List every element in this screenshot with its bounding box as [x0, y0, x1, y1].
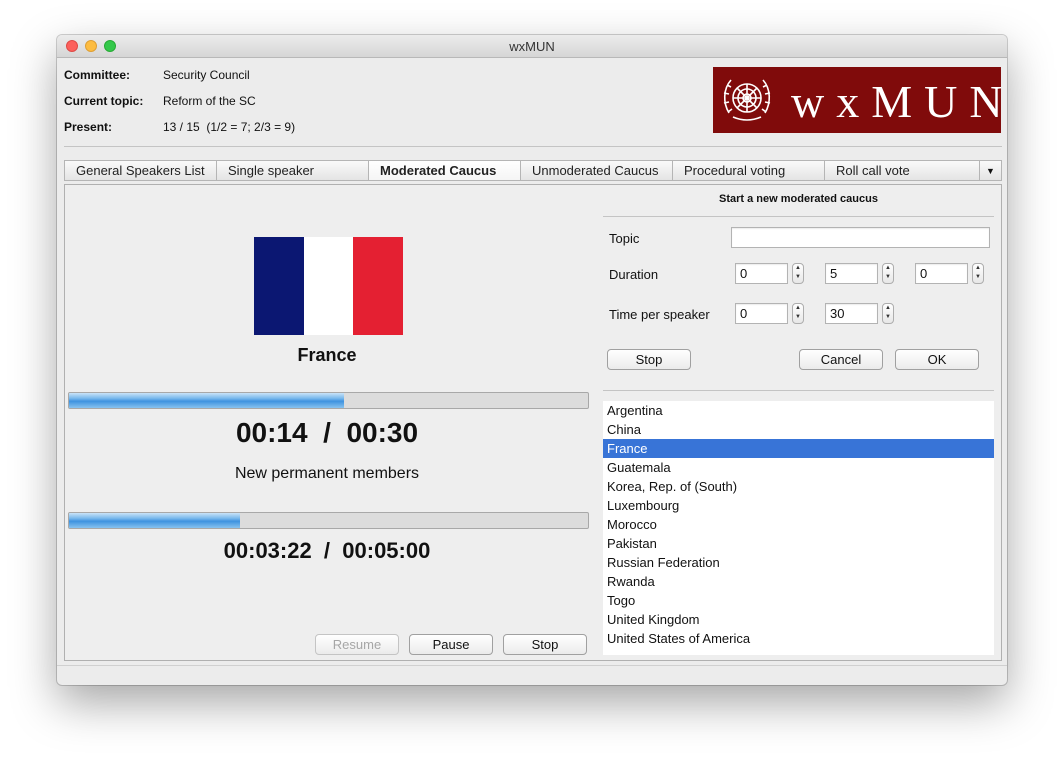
country-list-item[interactable]: Pakistan: [603, 534, 994, 553]
stepper-down-icon: ▼: [885, 314, 891, 320]
stepper-up-icon: ▲: [795, 265, 801, 271]
duration-label: Duration: [609, 267, 659, 282]
country-list-item[interactable]: France: [603, 439, 994, 458]
country-list[interactable]: Argentina China France Guatemala Korea, Rep.…: [603, 401, 994, 655]
wxmun-logo: wxMUN: [713, 67, 1001, 133]
title-bar: wxMUN: [57, 35, 1007, 58]
tab-general-speakers-list[interactable]: General Speakers List: [64, 160, 216, 181]
current-topic-label: Current topic:: [64, 94, 144, 108]
country-list-item[interactable]: Luxembourg: [603, 496, 994, 515]
stepper-up-icon: ▲: [795, 305, 801, 311]
stepper-down-icon: ▼: [795, 274, 801, 280]
status-bar: [57, 665, 1007, 685]
caucus-timer: 00:03:22 / 00:05:00: [223, 538, 431, 563]
dropdown-arrow-icon: ▼: [986, 166, 995, 176]
committee-label: Committee:: [64, 68, 131, 82]
tab-unmoderated-caucus[interactable]: Unmoderated Caucus: [520, 160, 672, 181]
caucus-progress-fill: [69, 513, 241, 528]
topic-label: Topic: [609, 231, 640, 246]
tab-moderated-caucus[interactable]: Moderated Caucus: [368, 160, 520, 181]
stepper-up-icon: ▲: [885, 305, 891, 311]
tab-overflow-button[interactable]: ▼: [979, 160, 1002, 181]
new-caucus-header: Start a new moderated caucus: [719, 193, 878, 205]
ok-button[interactable]: OK: [895, 349, 979, 370]
present-label: Present:: [64, 120, 113, 134]
flag-stripe-red: [353, 237, 404, 335]
un-emblem-icon: [723, 79, 771, 121]
country-list-item[interactable]: Argentina: [603, 401, 994, 420]
form-bottom-divider: [603, 390, 994, 391]
logo-text: wxMUN: [791, 76, 1001, 127]
present-value: 13 / 15 (1/2 = 7; 2/3 = 9): [163, 120, 296, 134]
duration-minutes-input[interactable]: 5: [825, 263, 878, 284]
speaker-minutes-stepper[interactable]: ▲ ▼: [792, 303, 804, 324]
resume-button[interactable]: Resume: [315, 634, 399, 655]
country-list-item[interactable]: Morocco: [603, 515, 994, 534]
current-topic-value: Reform of the SC: [163, 94, 256, 108]
header-divider: [64, 146, 1002, 147]
stop-timer-button[interactable]: Stop: [503, 634, 587, 655]
app-window: wxMUN Committee: Security Council Curren…: [57, 35, 1007, 685]
duration-minutes-stepper[interactable]: ▲ ▼: [882, 263, 894, 284]
speaker-seconds-stepper[interactable]: ▲ ▼: [882, 303, 894, 324]
speaker-time-progress: [68, 392, 589, 409]
country-list-item[interactable]: Russian Federation: [603, 553, 994, 572]
country-list-item[interactable]: Togo: [603, 591, 994, 610]
speaker-minutes-input[interactable]: 0: [735, 303, 788, 324]
cancel-button[interactable]: Cancel: [799, 349, 883, 370]
speaker-progress-fill: [69, 393, 345, 408]
tab-single-speaker[interactable]: Single speaker: [216, 160, 368, 181]
country-list-item[interactable]: Rwanda: [603, 572, 994, 591]
country-flag: [254, 237, 404, 335]
stepper-down-icon: ▼: [975, 274, 981, 280]
caucus-time-progress: [68, 512, 589, 529]
tab-procedural-voting[interactable]: Procedural voting: [672, 160, 824, 181]
stepper-up-icon: ▲: [885, 265, 891, 271]
duration-hours-stepper[interactable]: ▲ ▼: [792, 263, 804, 284]
flag-stripe-white: [303, 237, 354, 335]
window-title: wxMUN: [509, 39, 555, 54]
stepper-up-icon: ▲: [975, 265, 981, 271]
speaker-timer: 00:14 / 00:30: [235, 417, 419, 448]
stepper-down-icon: ▼: [795, 314, 801, 320]
current-speaker-country: France: [297, 345, 357, 365]
country-list-item[interactable]: China: [603, 420, 994, 439]
country-list-item[interactable]: Guatemala: [603, 458, 994, 477]
country-list-item[interactable]: United States of America: [603, 629, 994, 648]
duration-seconds-stepper[interactable]: ▲ ▼: [972, 263, 984, 284]
committee-value: Security Council: [163, 68, 250, 82]
topic-input[interactable]: [731, 227, 990, 248]
stepper-down-icon: ▼: [885, 274, 891, 280]
speaker-seconds-input[interactable]: 30: [825, 303, 878, 324]
form-top-divider: [603, 216, 994, 217]
country-list-item[interactable]: Korea, Rep. of (South): [603, 477, 994, 496]
stop-caucus-button[interactable]: Stop: [607, 349, 691, 370]
duration-hours-input[interactable]: 0: [735, 263, 788, 284]
tab-bar: General Speakers List Single speaker Mod…: [64, 160, 1002, 182]
country-list-item[interactable]: United Kingdom: [603, 610, 994, 629]
duration-seconds-input[interactable]: 0: [915, 263, 968, 284]
time-per-speaker-label: Time per speaker: [609, 307, 710, 322]
caucus-topic-text: New permanent members: [234, 465, 420, 482]
pause-button[interactable]: Pause: [409, 634, 493, 655]
tab-roll-call-vote[interactable]: Roll call vote: [824, 160, 979, 181]
flag-stripe-blue: [254, 237, 304, 335]
